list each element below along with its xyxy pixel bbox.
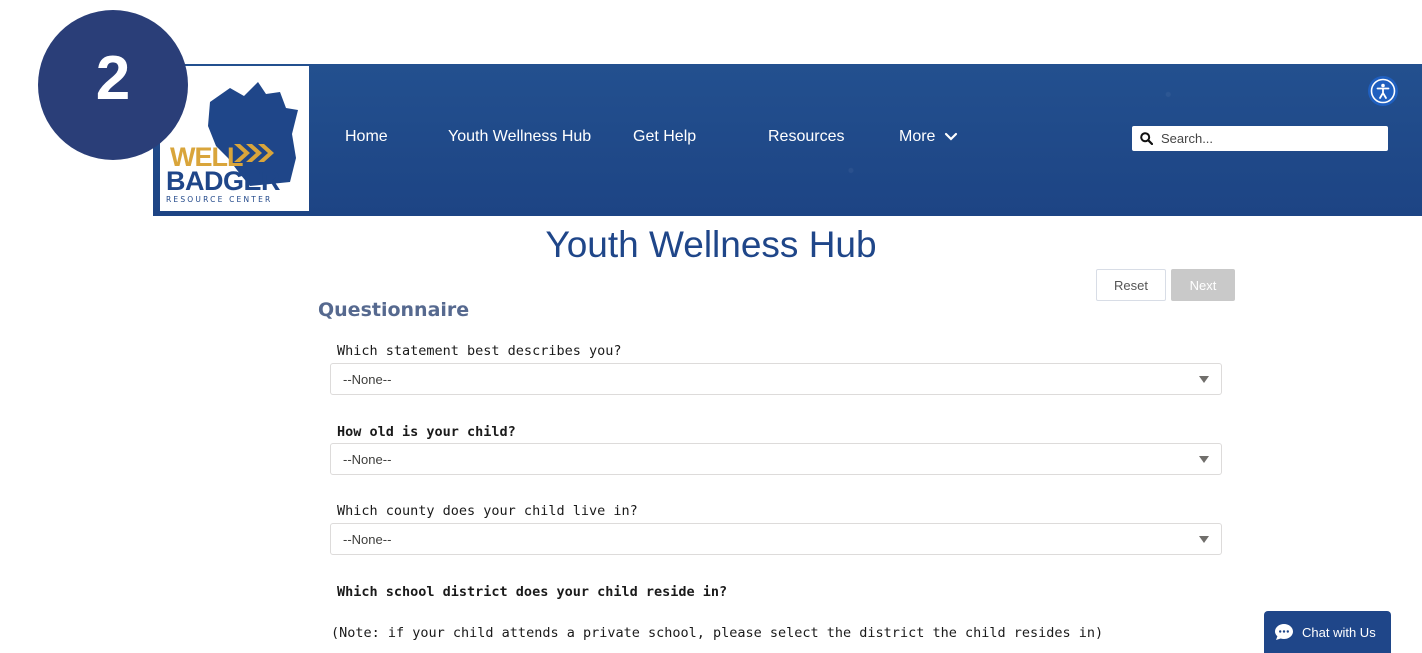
chevron-down-icon <box>944 132 958 141</box>
question-label-school-district: Which school district does your child re… <box>337 584 728 600</box>
private-school-note: (Note: if your child attends a private s… <box>331 625 1104 641</box>
dropdown-caret-icon <box>1199 456 1209 463</box>
question-label-county: Which county does your child live in? <box>337 503 638 519</box>
chat-button-label: Chat with Us <box>1302 624 1376 640</box>
question-label-statement: Which statement best describes you? <box>337 343 622 359</box>
questionnaire-heading: Questionnaire <box>318 299 470 321</box>
nav-item-resources[interactable]: Resources <box>768 128 844 146</box>
child-age-select-value: --None-- <box>343 451 392 467</box>
child-age-select[interactable]: --None-- <box>330 443 1222 475</box>
chat-bubble-icon <box>1275 624 1293 640</box>
statement-select-value: --None-- <box>343 371 392 387</box>
reset-button[interactable]: Reset <box>1096 269 1166 301</box>
next-button[interactable]: Next <box>1171 269 1235 301</box>
county-select-value: --None-- <box>343 531 392 547</box>
statement-select[interactable]: --None-- <box>330 363 1222 395</box>
nav-item-get-help[interactable]: Get Help <box>633 128 696 146</box>
search-icon <box>1140 132 1153 145</box>
page-title: Youth Wellness Hub <box>545 224 877 265</box>
nav-item-home[interactable]: Home <box>345 128 388 146</box>
question-label-child-age: How old is your child? <box>337 424 516 440</box>
logo-badger-text: BADGER <box>166 166 281 196</box>
search-box[interactable] <box>1132 126 1388 151</box>
search-input[interactable] <box>1159 130 1383 147</box>
nav-item-more[interactable]: More <box>899 128 958 146</box>
step-number-badge: 2 <box>38 10 188 160</box>
step-number: 2 <box>95 43 131 113</box>
chat-with-us-button[interactable]: Chat with Us <box>1264 611 1391 653</box>
nav-more-label: More <box>899 128 936 145</box>
dropdown-caret-icon <box>1199 376 1209 383</box>
county-select[interactable]: --None-- <box>330 523 1222 555</box>
accessibility-button[interactable] <box>1368 76 1398 106</box>
accessibility-icon <box>1370 78 1396 104</box>
logo-subtitle: RESOURCE CENTER <box>166 195 273 204</box>
dropdown-caret-icon <box>1199 536 1209 543</box>
nav-item-youth-wellness-hub[interactable]: Youth Wellness Hub <box>448 128 591 146</box>
